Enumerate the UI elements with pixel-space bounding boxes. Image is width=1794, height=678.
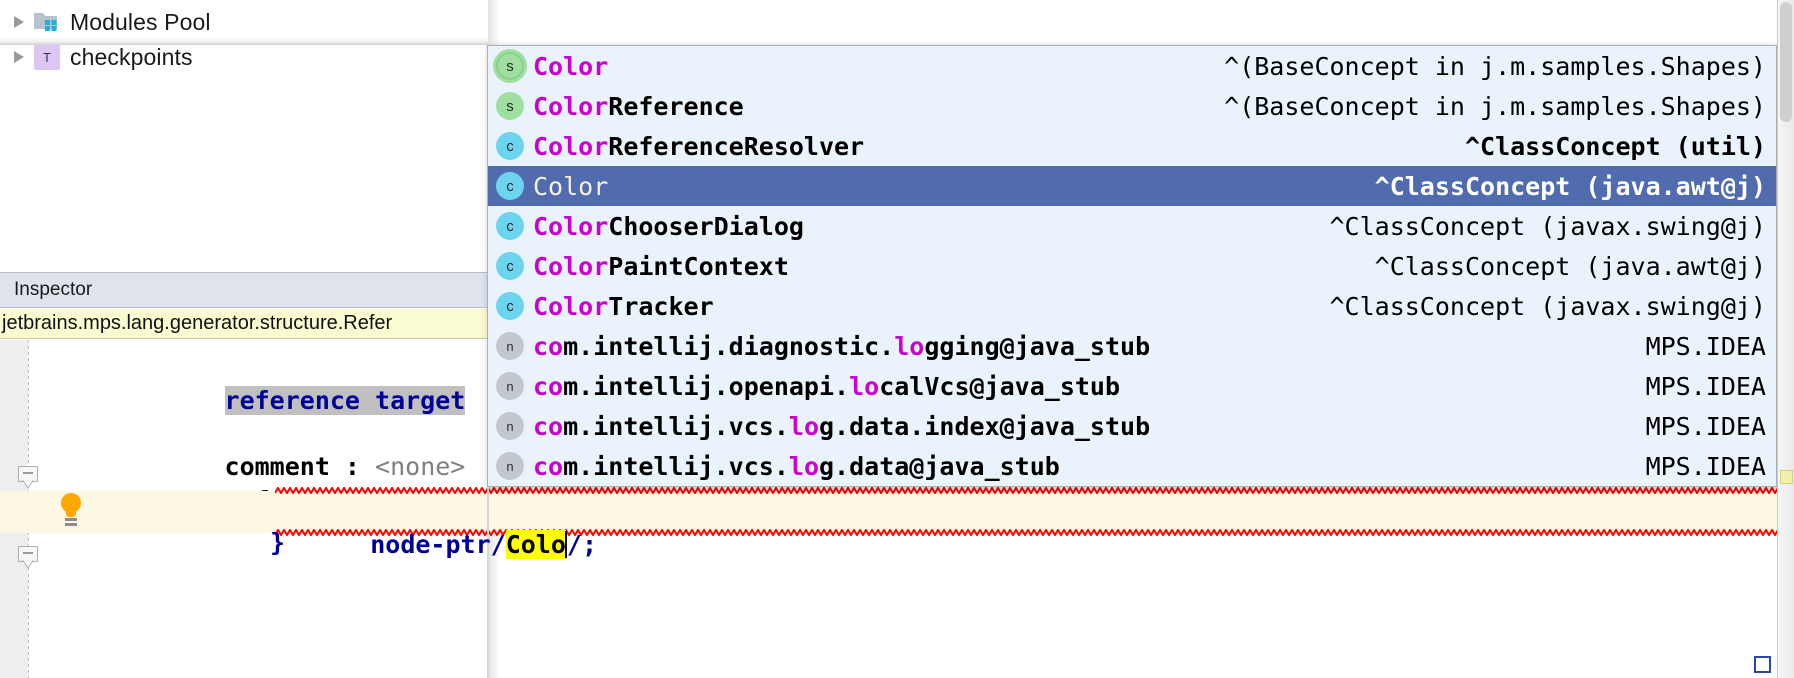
completion-item[interactable]: c Color ^ClassConcept (java.awt@j) (488, 166, 1776, 206)
scrollbar-warning-marker[interactable] (1780, 470, 1793, 484)
completion-item-module: MPS.IDEA (1645, 371, 1766, 401)
inspector-title: Inspector (14, 279, 93, 300)
scrollbar-thumb[interactable] (1780, 2, 1792, 122)
modules-pool-folder-icon (32, 4, 62, 40)
completion-item-description: ^(BaseConcept in j.m.samples.Shapes) (1224, 91, 1766, 121)
tree-item-label: checkpoints (70, 43, 193, 70)
caret-line-highlight (0, 491, 1794, 533)
reference-target-header: reference target (224, 386, 466, 415)
completion-item-name: Color (533, 51, 609, 81)
completion-item[interactable]: n com.intellij.openapi.localVcs@java_stub… (488, 366, 1776, 406)
completion-item[interactable]: n com.intellij.diagnostic.logging@java_st… (488, 326, 1776, 366)
fqn-breadcrumb-bar: jetbrains.mps.lang.generator.structure.R… (0, 309, 488, 339)
node-ptr-slash: / (490, 530, 506, 559)
class-concept-icon: c (496, 212, 524, 240)
completion-item[interactable]: n com.intellij.vcs.log.data@java_stub MPS.… (488, 446, 1776, 486)
completion-list[interactable]: s Color ^(BaseConcept in j.m.samples.Shape… (488, 46, 1776, 486)
completion-item-description: ^ClassConcept (javax.swing@j) (1329, 291, 1767, 321)
completion-item-name: ColorReferenceResolver (533, 131, 865, 161)
class-concept-icon: c (496, 292, 524, 320)
completion-item[interactable]: c ColorChooserDialog ^ClassConcept (javax.… (488, 206, 1776, 246)
class-concept-icon: c (496, 252, 524, 280)
completion-item-name: com.intellij.vcs.log.data@java_stub (533, 451, 1060, 481)
completion-item-name: ColorPaintContext (533, 251, 789, 281)
completion-item[interactable]: c ColorPaintContext ^ClassConcept (java.aw… (488, 246, 1776, 286)
node-ptr-keyword: node-ptr (370, 530, 491, 559)
class-concept-icon: c (496, 132, 524, 160)
fold-collapse-marker[interactable] (18, 546, 39, 570)
completion-item[interactable]: c ColorTracker ^ClassConcept (javax.swing@… (488, 286, 1776, 326)
completion-item-module: MPS.IDEA (1645, 411, 1766, 441)
inspector-code: reference target comment : <none> refere… (0, 340, 488, 515)
editor-scrollbar[interactable] (1777, 0, 1794, 678)
inspector-header[interactable]: Inspector (0, 272, 488, 308)
namespace-icon: n (496, 332, 524, 360)
completion-item-module: MPS.IDEA (1645, 331, 1766, 361)
completion-item-name: Color (533, 171, 609, 201)
completion-item-description: ^ClassConcept (util) (1464, 131, 1766, 161)
namespace-icon: n (496, 452, 524, 480)
completion-item[interactable]: s ColorReference ^(BaseConcept in j.m.samp… (488, 86, 1776, 126)
completion-item-name: ColorChooserDialog (533, 211, 804, 241)
completion-item-description: ^ClassConcept (java.awt@j) (1374, 171, 1766, 201)
code-completion-popup[interactable]: s Color ^(BaseConcept in j.m.samples.Shape… (487, 45, 1777, 487)
completion-item-name: com.intellij.diagnostic.logging@java_stu… (533, 331, 1151, 361)
completion-item[interactable]: n com.intellij.vcs.log.data.index@java_st… (488, 406, 1776, 446)
inspector-panel: Inspector jetbrains.mps.lang.generator.s… (0, 272, 488, 678)
collapsed-triangle-icon[interactable] (6, 4, 32, 40)
ide-screenshot-root: Modules Pool T checkpoints Inspector jet… (0, 0, 1794, 678)
class-concept-icon: c (496, 172, 524, 200)
completion-item-name: ColorReference (533, 91, 744, 121)
tree-item-label: Modules Pool (70, 8, 211, 35)
text-file-badge-label: T (34, 44, 60, 70)
namespace-icon: n (496, 412, 524, 440)
completion-item[interactable]: c ColorReferenceResolver ^ClassConcept (ut… (488, 126, 1776, 166)
error-squiggle-underline (275, 487, 1794, 494)
editor-corner-marker (1754, 656, 1776, 678)
node-ptr-line[interactable]: node-ptr/Colo/; (310, 494, 597, 596)
completion-item-name: ColorTracker (533, 291, 714, 321)
concept-structure-icon: s (496, 92, 524, 120)
completion-item-name: com.intellij.vcs.log.data.index@java_stu… (533, 411, 1151, 441)
completion-item-module: MPS.IDEA (1645, 451, 1766, 481)
node-ptr-suffix: /; (566, 530, 598, 559)
concept-structure-icon: s (496, 52, 524, 80)
closing-brace: } (270, 528, 286, 557)
completion-typed-token[interactable]: Colo (505, 530, 566, 559)
intention-bulb-icon[interactable] (58, 493, 84, 527)
fqn-text: jetbrains.mps.lang.generator.structure.R… (2, 312, 393, 334)
completion-item-description: ^(BaseConcept in j.m.samples.Shapes) (1224, 51, 1766, 81)
completion-item-description: ^ClassConcept (java.awt@j) (1374, 251, 1766, 281)
completion-item-description: ^ClassConcept (javax.swing@j) (1329, 211, 1767, 241)
completion-item-name: com.intellij.openapi.localVcs@java_stub (533, 371, 1121, 401)
namespace-icon: n (496, 372, 524, 400)
tree-item-modules-pool[interactable]: Modules Pool (0, 4, 211, 40)
completion-item[interactable]: s Color ^(BaseConcept in j.m.samples.Shape… (488, 46, 1776, 86)
